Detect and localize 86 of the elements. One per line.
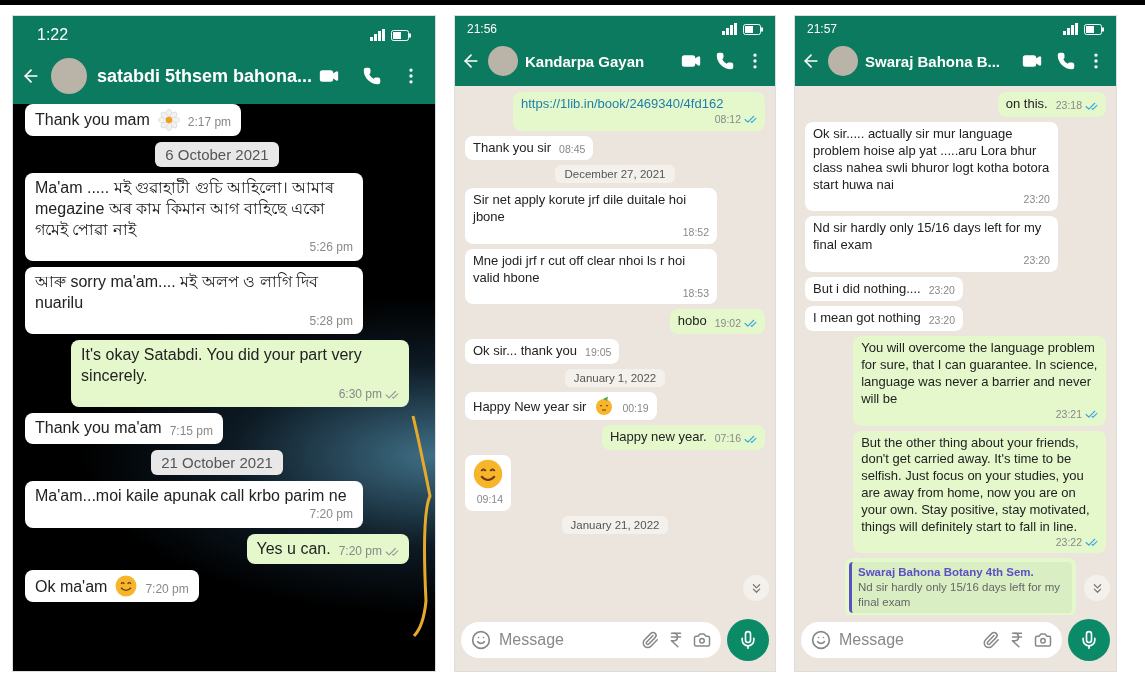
message-time: 7:15 pm [169,423,214,440]
camera-icon[interactable] [1034,631,1052,649]
phone-icon[interactable] [716,52,734,70]
message-text: Yes u can. [256,538,331,559]
message-time: 5:26 pm [309,240,353,256]
date-chip: 21 October 2021 [151,450,283,476]
microphone-icon [738,630,758,650]
message-text: Thank you ma'am [35,418,162,439]
message-time: 6:30 pm [338,386,382,403]
message-time: 23:20 [928,283,955,298]
message-text: Ok sir... thank you [473,343,578,361]
message-time: 23:20 [1023,193,1050,208]
message-text: It's okay Satabdi. You did your part very sincerely. [81,345,363,386]
battery-icon [1084,23,1104,35]
avatar[interactable] [828,46,858,76]
date-chip: December 27, 2021 [555,165,675,184]
message-time: 09:14 [476,492,503,507]
message-time: 23:18 [1055,99,1082,113]
battery-icon [391,29,411,41]
message-text: আৰু sorry ma'am.... মই অলপ ও লাগি দিব nuarilu [35,272,319,313]
message-text: Ok sir..... actually sir mur language problem hoise alp yat .....aru Lora bhur class nahea swli bhuror logt kotha botora start huwa nai [813,125,1050,194]
message-field[interactable]: Message [499,631,633,649]
camera-icon[interactable] [693,631,711,649]
message-text: Ma'am ..... মই গুৱাহাটী গুচি আহিলো। আমাৰ megazine অৰ কাম কিমান আগ বাহিছে একো গমেই পোৱা নাই [35,178,336,240]
contact-name[interactable]: Kandarpa Gayan [525,52,674,70]
message-link[interactable]: https://1lib.in/book/2469340/4fd162 [521,96,724,113]
message-time: 7:20 pm [309,506,353,523]
message-time: 18:52 [682,226,709,240]
date-chip: 6 October 2021 [155,142,279,167]
message-time: 7:20 pm [145,581,189,598]
message-text: Happy New year sir [473,399,587,417]
message-text: Nd sir hardly only 15/16 days left for my final exam [813,220,1043,254]
message-text: Thank you mam [35,110,150,131]
message-time: 23:21 [1055,407,1082,422]
message-time: 08:45 [559,142,586,157]
message-text: hobo [677,313,707,331]
message-text: Ok ma'am [35,576,108,597]
message-text: You will overcome the language problem for sure, that I can guarantee. In science, language was never a barrier and never will be [861,340,1098,408]
message-text: Thank you sir [473,139,552,157]
attach-icon[interactable] [982,631,1000,649]
message-field[interactable]: Message [839,631,974,649]
signal-icon [1063,23,1079,35]
message-text: Ma'am...moi kaile apunak call krbo parim ne [35,486,347,507]
message-time: 00:19 [622,402,649,417]
message-time: 5:28 pm [309,313,353,330]
signal-icon [370,29,386,41]
quote-author: Swaraj Bahona Botany 4th Sem. [858,565,1035,581]
message-text: Sir net apply korute jrf dile duitale hoi jbone [473,192,688,227]
message-time: 2:17 pm [187,115,232,131]
signal-icon [722,23,738,35]
status-time: 1:22 [37,26,69,44]
message-time: 08:12 [714,112,741,127]
message-time: 19:02 [714,316,741,331]
message-time: 19:05 [585,346,612,361]
date-chip: January 1, 2022 [564,369,666,388]
emoji-icon[interactable] [811,630,831,650]
message-time: 23:20 [928,313,955,328]
message-time: 7:20 pm [338,543,382,560]
contact-name[interactable]: Swaraj Bahona B... [865,52,1015,70]
contact-name[interactable]: satabdi 5thsem bahona... [97,65,309,87]
avatar[interactable] [488,46,518,76]
message-text: on this. [1005,96,1048,113]
mic-button[interactable] [1068,619,1110,661]
phone-icon[interactable] [363,67,381,85]
message-time: 23:22 [1055,535,1082,550]
message-text: Happy new year. [609,429,707,446]
message-time: 23:20 [1023,253,1050,268]
status-time: 21:56 [467,22,498,36]
status-time: 21:57 [807,22,838,36]
date-chip: January 21, 2022 [561,515,669,534]
message-time: 07:16 [714,432,741,446]
phone-icon[interactable] [1057,52,1075,70]
message-time: 18:53 [682,286,709,301]
attach-icon[interactable] [641,631,659,649]
message-text: But the other thing about your friends, don't get carried away. It's time to be selfish. Just focus on your studies, you are away from home, now you are on your own. Stay positive, stay motivated, things will definitely start to fall in line. [861,434,1091,536]
quote-text: Nd sir hardly only 15/16 days left for my final exam [858,580,1061,611]
message-text: But i did nothing.... [813,280,921,298]
message-text: Mne jodi jrf r cut off clear nhoi ls r hoi valid hbone [473,252,687,287]
message-composer[interactable]: Message [801,622,1062,658]
emoji-icon[interactable] [471,630,491,650]
microphone-icon [1079,630,1099,650]
avatar[interactable] [51,58,87,94]
message-composer[interactable]: Message [461,622,721,658]
mic-button[interactable] [727,619,769,661]
battery-icon [743,23,763,35]
message-text: I mean got nothing [813,310,921,328]
